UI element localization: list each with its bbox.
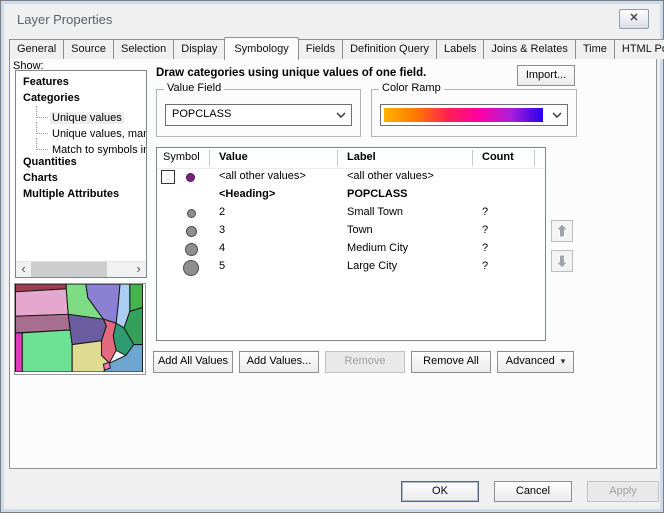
column-divider [472,150,473,166]
tree-item-unique-values[interactable]: Unique values [16,106,146,122]
tab-definition-query[interactable]: Definition Query [342,39,437,59]
value-field-combobox[interactable]: POPCLASS [165,104,352,126]
table-row[interactable]: 2 Small Town ? [157,204,545,222]
table-row[interactable]: 3 Town ? [157,222,545,240]
layer-properties-dialog: Layer Properties ✕ General Source Select… [0,0,664,513]
apply-button[interactable]: Apply [587,481,659,502]
table-row[interactable]: <all other values> <all other values> [157,168,545,186]
arrow-up-icon [552,221,572,241]
column-header-label[interactable]: Label [347,151,376,163]
table-row[interactable]: 4 Medium City ? [157,240,545,258]
graduated-symbol[interactable] [187,209,196,218]
cancel-button[interactable]: Cancel [494,481,572,502]
all-other-values-checkbox[interactable] [161,170,175,184]
scroll-left-icon[interactable]: ‹ [16,262,31,277]
map-preview-image [15,284,143,372]
column-header-symbol[interactable]: Symbol [163,151,200,163]
column-header-count[interactable]: Count [482,151,514,163]
color-ramp-combobox[interactable] [380,104,568,126]
tree-branch-icon [36,106,48,118]
tab-labels[interactable]: Labels [436,39,484,59]
tab-joins-relates[interactable]: Joins & Relates [483,39,575,59]
graduated-symbol[interactable] [183,260,199,276]
arrow-down-icon [552,251,572,271]
column-divider [337,150,338,166]
close-icon[interactable]: ✕ [619,9,649,29]
scroll-right-icon[interactable]: › [131,262,146,277]
window-title: Layer Properties [17,12,112,27]
move-up-button[interactable] [551,220,573,242]
tree-branch-icon [36,122,48,134]
tree-item-features[interactable]: Features [16,74,146,90]
table-row[interactable]: <Heading> POPCLASS [157,186,545,204]
table-header: Symbol Value Label Count [157,148,545,169]
table-row[interactable]: 5 Large City ? [157,258,545,276]
color-ramp-swatch [384,108,543,122]
tree-item-match-to-symbols[interactable]: Match to symbols in a [16,138,146,154]
color-ramp-label: Color Ramp [379,82,444,94]
chevron-down-icon [552,112,562,118]
graduated-symbol[interactable] [186,226,197,237]
menu-caret-icon: ▾ [561,356,566,366]
tab-selection[interactable]: Selection [113,39,174,59]
column-divider [209,150,210,166]
color-ramp-group: Color Ramp [371,89,577,137]
unique-values-table: Symbol Value Label Count <all other valu… [156,147,546,341]
value-field-value: POPCLASS [172,108,231,120]
add-all-values-button[interactable]: Add All Values [153,351,233,373]
tab-display[interactable]: Display [173,39,225,59]
column-header-value[interactable]: Value [219,151,248,163]
remove-all-button[interactable]: Remove All [411,351,491,373]
title-bar: Layer Properties ✕ [5,5,659,32]
tab-html-popup[interactable]: HTML Popup [614,39,664,59]
tab-strip: General Source Selection Display Symbolo… [9,37,655,59]
advanced-button-label: Advanced [506,355,555,367]
map-preview [14,283,146,375]
tree-item-multiple-attributes[interactable]: Multiple Attributes [16,186,146,202]
tree-item-quantities[interactable]: Quantities [16,154,146,170]
value-field-group: Value Field POPCLASS [156,89,361,137]
move-down-button[interactable] [551,250,573,272]
graduated-symbol[interactable] [185,243,198,256]
value-field-label: Value Field [164,82,224,94]
column-divider [534,150,535,166]
tree-item-charts[interactable]: Charts [16,170,146,186]
advanced-button[interactable]: Advanced ▾ [497,351,574,373]
scrollbar-thumb[interactable] [31,262,107,277]
symbology-tab-page: Show: Features Categories Unique values … [9,58,657,469]
point-symbol[interactable] [186,173,195,182]
chevron-down-icon [336,112,346,118]
import-button[interactable]: Import... [517,65,575,86]
method-description: Draw categories using unique values of o… [156,67,426,79]
tab-symbology[interactable]: Symbology [224,37,298,60]
tree-horizontal-scrollbar[interactable]: ‹ › [16,261,146,277]
add-values-button[interactable]: Add Values... [239,351,319,373]
tab-source[interactable]: Source [63,39,114,59]
tab-general[interactable]: General [9,39,64,59]
tree-item-categories[interactable]: Categories [16,90,146,106]
ok-button[interactable]: OK [401,481,479,502]
tree-item-unique-values-many[interactable]: Unique values, many [16,122,146,138]
show-tree: Features Categories Unique values Unique… [15,70,147,278]
remove-button[interactable]: Remove [325,351,405,373]
tab-fields[interactable]: Fields [298,39,343,59]
tree-branch-icon [36,138,48,150]
tab-time[interactable]: Time [575,39,615,59]
